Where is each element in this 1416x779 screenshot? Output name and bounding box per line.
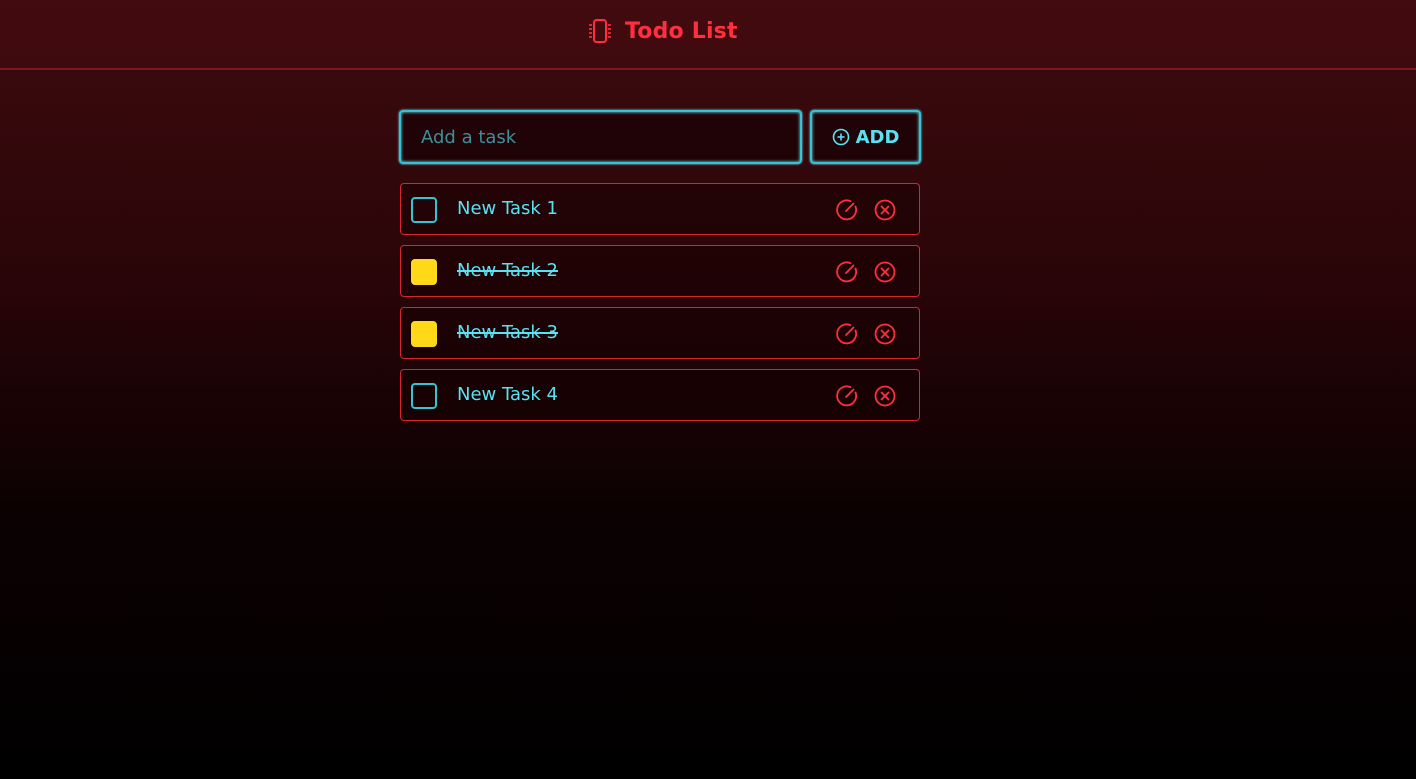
task-checkbox[interactable] [411,321,437,347]
task-label: New Task 2 [457,260,559,281]
add-button[interactable]: ADD [810,110,921,164]
task-input[interactable] [399,110,802,164]
task-item: New Task 4 [400,369,920,421]
delete-icon [874,323,896,345]
task-checkbox[interactable] [411,383,437,409]
edit-button[interactable] [834,197,860,223]
task-item: New Task 1 [400,183,920,235]
header-brand: Todo List [586,17,738,45]
task-list: New Task 1 New Task 2 New Task 3 New Tas… [400,183,920,431]
page-title: Todo List [625,18,738,44]
edit-button[interactable] [834,259,860,285]
delete-button[interactable] [872,259,898,285]
task-item: New Task 2 [400,245,920,297]
edit-icon [836,385,857,407]
edit-icon [836,261,857,283]
delete-button[interactable] [872,197,898,223]
edit-button[interactable] [834,383,860,409]
chip-icon [586,17,614,45]
edit-icon [836,199,857,221]
delete-icon [874,199,896,221]
task-label: New Task 1 [457,198,559,219]
task-label: New Task 4 [457,384,559,405]
delete-button[interactable] [872,321,898,347]
add-task-form: ADD [399,110,921,164]
edit-button[interactable] [834,321,860,347]
app-header: Todo List [0,0,1416,70]
task-checkbox[interactable] [411,259,437,285]
task-checkbox[interactable] [411,197,437,223]
add-button-label: ADD [855,126,900,148]
delete-icon [874,385,896,407]
plus-circle-icon [832,128,850,146]
delete-button[interactable] [872,383,898,409]
task-item: New Task 3 [400,307,920,359]
task-label: New Task 3 [457,322,559,343]
edit-icon [836,323,857,345]
delete-icon [874,261,896,283]
